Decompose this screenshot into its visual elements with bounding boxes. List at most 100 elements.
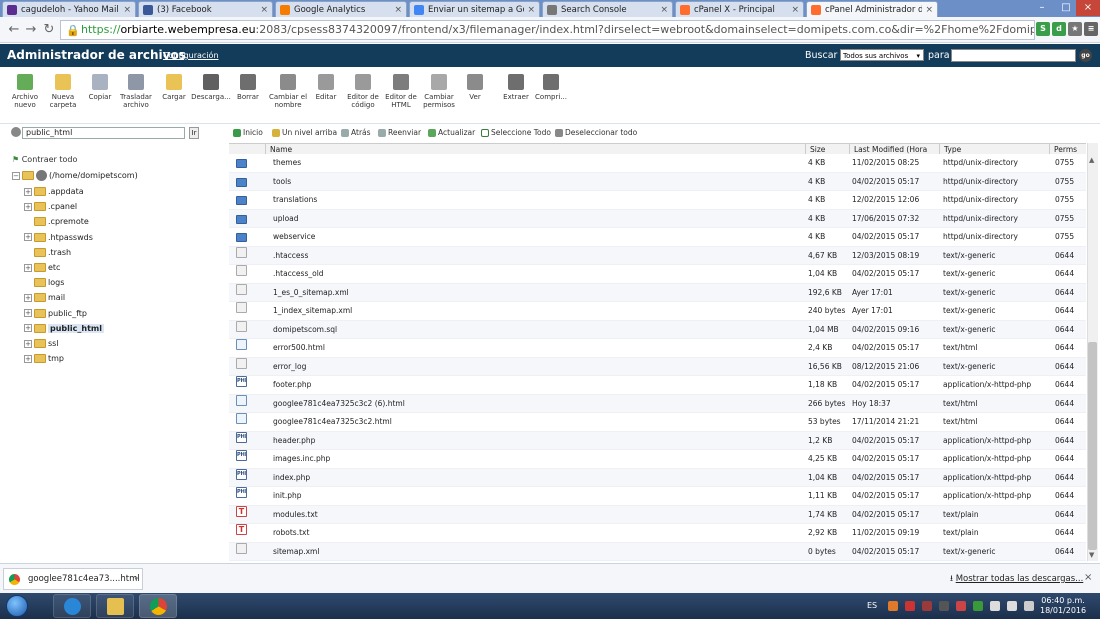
file-name[interactable]: index.php [273,469,803,488]
close-tab-icon[interactable]: × [925,5,933,15]
network-icon[interactable] [990,601,1000,611]
close-tab-icon[interactable]: × [123,5,131,15]
file-name[interactable]: error_log [273,358,803,377]
table-row[interactable]: PHP images.inc.php 4,25 KB 04/02/2015 05:17… [229,450,1086,469]
file-name[interactable]: .htaccess_old [273,265,803,284]
tree-item[interactable]: + public_html [24,322,104,336]
file-name[interactable]: translations [273,191,803,210]
collapse-all-link[interactable]: ⚑ Contraer todo [12,155,77,164]
minimize-button[interactable]: – [1030,0,1054,16]
close-tab-icon[interactable]: × [527,5,535,15]
html-editor-button[interactable]: Editor de HTML [381,74,421,109]
tray-app-icon[interactable] [905,601,915,611]
tray-app-icon[interactable] [888,601,898,611]
chrome-taskbar-button[interactable] [139,594,177,618]
expand-toggle-icon[interactable]: + [24,187,32,196]
go-path-button[interactable]: Ir [189,127,199,139]
scroll-up-icon[interactable]: ▲ [1089,156,1094,164]
table-row[interactable]: 1_es_0_sitemap.xml 192,6 KB Ayer 17:01 text… [229,283,1086,303]
extension-icon[interactable]: S [1036,22,1050,36]
browser-tab[interactable]: (3) Facebook × [138,1,273,17]
file-name[interactable]: sitemap.xml [273,543,803,562]
back-arrow-icon[interactable]: ← [6,22,22,38]
table-row[interactable]: webservice 4 KB 04/02/2015 05:17 httpd/unix… [229,228,1086,247]
table-row[interactable]: PHP init.php 1,11 KB 04/02/2015 05:17 applic… [229,487,1086,506]
scroll-down-icon[interactable]: ▼ [1089,551,1094,559]
file-name[interactable]: robots.txt [273,524,803,543]
file-name[interactable]: themes [273,154,803,173]
new-file-button[interactable]: Archivo nuevo [5,74,45,109]
action-center-icon[interactable] [1024,601,1034,611]
expand-toggle-icon[interactable]: + [24,339,32,348]
file-name[interactable]: images.inc.php [273,450,803,469]
file-name[interactable]: modules.txt [273,506,803,525]
go-button[interactable]: go [1079,49,1092,62]
compress-button[interactable]: Compri... [531,74,571,101]
file-name[interactable]: googlee781c4ea7325c3c2.html [273,413,803,432]
tree-item[interactable]: + .cpanel [24,200,77,214]
deselect-all-button[interactable]: Deseleccionar todo [555,128,637,137]
download-bar-close-icon[interactable]: × [1084,572,1092,583]
config-link[interactable]: Configuración [163,51,219,60]
expand-toggle-icon[interactable]: + [24,354,32,363]
start-button[interactable] [6,595,28,617]
file-name[interactable]: 1_index_sitemap.xml [273,302,803,321]
tree-item[interactable]: + tmp [24,352,64,366]
refresh-button[interactable]: Actualizar [428,128,475,137]
rename-button[interactable]: Cambiar el nombre [268,74,308,109]
tree-item[interactable]: .trash [24,246,71,260]
select-all-button[interactable]: Seleccione Todo [481,128,551,137]
search-input[interactable] [951,49,1076,62]
ie-taskbar-button[interactable] [53,594,91,618]
tree-item[interactable]: + mail [24,291,65,305]
back-button[interactable]: Atrás [341,128,371,137]
reload-icon[interactable]: ↻ [41,22,57,38]
home-button[interactable]: Inicio [233,128,263,137]
tray-app-icon[interactable] [973,601,983,611]
explorer-taskbar-button[interactable] [96,594,134,618]
table-row[interactable]: tools 4 KB 04/02/2015 05:17 httpd/unix-dire… [229,172,1086,191]
forward-button[interactable]: Reenviar [378,128,421,137]
collapse-toggle-icon[interactable]: − [12,171,20,180]
table-row[interactable]: googlee781c4ea7325c3c2 (6).html 266 bytes… [229,394,1086,413]
clock[interactable]: 06:40 p.m. 18/01/2016 [1040,596,1086,616]
browser-tab[interactable]: cPanel Administrador de a× [806,1,938,17]
browser-tab[interactable]: Search Console × [542,1,673,17]
browser-tab[interactable]: cagudeloh - Yahoo Mail × [2,1,136,17]
table-row[interactable]: error500.html 2,4 KB 04/02/2015 05:17 text/… [229,339,1086,358]
expand-toggle-icon[interactable]: + [24,324,32,333]
extension-icon[interactable]: d [1052,22,1066,36]
expand-toggle-icon[interactable]: + [24,309,32,318]
maximize-button[interactable]: □ [1054,0,1078,16]
new-folder-button[interactable]: Nueva carpeta [43,74,83,109]
close-tab-icon[interactable]: × [791,5,799,15]
download-button[interactable]: Descarga... [191,74,231,101]
table-row[interactable]: .htaccess 4,67 KB 12/03/2015 08:19 text/x-g… [229,246,1086,265]
path-input[interactable]: public_html [22,127,185,139]
menu-icon[interactable]: ≡ [1084,22,1098,36]
language-indicator[interactable]: ES [867,601,877,610]
expand-toggle-icon[interactable]: + [24,233,32,242]
browser-tab[interactable]: Enviar un sitemap a Googl× [409,1,540,17]
tree-item[interactable]: + .htpasswds [24,231,93,245]
tray-app-icon[interactable] [939,601,949,611]
table-row[interactable]: translations 4 KB 12/02/2015 12:06 httpd/un… [229,191,1086,210]
file-name[interactable]: footer.php [273,376,803,395]
tree-item[interactable]: logs [24,276,64,290]
file-name[interactable]: init.php [273,487,803,506]
table-row[interactable]: googlee781c4ea7325c3c2.html 53 bytes 17/11… [229,413,1086,432]
expand-toggle-icon[interactable]: + [24,202,32,211]
move-file-button[interactable]: Trasladar archivo [116,74,156,109]
view-button[interactable]: Ver [455,74,495,101]
upload-button[interactable]: Cargar [154,74,194,101]
tree-item[interactable]: .cpremote [24,215,89,229]
code-editor-button[interactable]: Editor de código [343,74,383,109]
forward-arrow-icon[interactable]: → [23,22,39,38]
scrollbar-thumb[interactable] [1088,342,1097,550]
url-input[interactable]: 🔒 https://orbiarte.webempresa.eu:2083/cp… [60,20,1035,40]
permissions-button[interactable]: Cambiar permisos [419,74,459,109]
file-name[interactable]: 1_es_0_sitemap.xml [273,284,803,303]
close-tab-icon[interactable]: × [394,5,402,15]
expand-toggle-icon[interactable]: + [24,263,32,272]
copy-button[interactable]: Copiar [80,74,120,101]
